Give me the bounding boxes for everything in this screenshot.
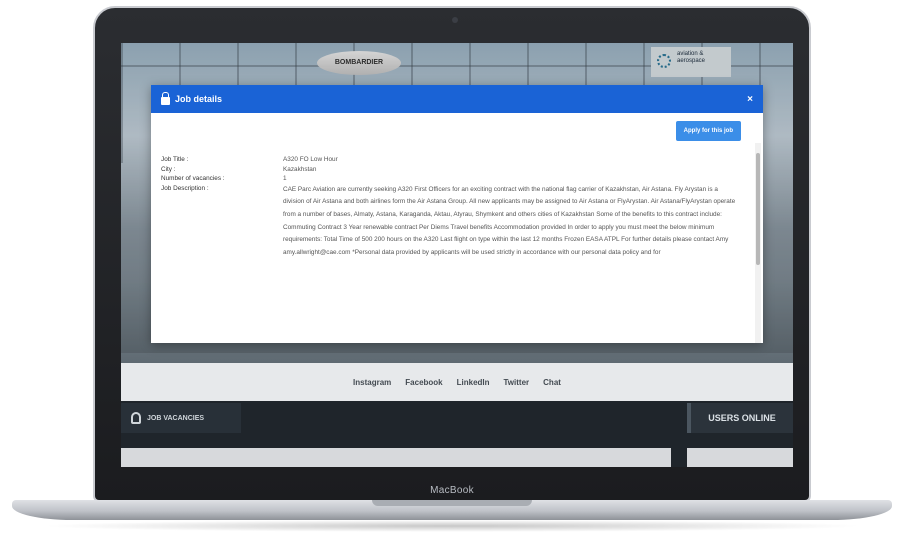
modal-title: Job details [175, 94, 223, 104]
vacancies-label: Number of vacancies : [161, 175, 225, 182]
device-label: MacBook [430, 485, 474, 496]
modal-body: Apply for this job Job Title : A320 FO L… [151, 113, 763, 343]
close-icon[interactable]: × [747, 94, 753, 105]
scrollbar-thumb[interactable] [756, 153, 760, 265]
job-title-row: Job Title : A320 FO Low Hour [161, 155, 739, 165]
social-link-instagram[interactable]: Instagram [353, 378, 391, 387]
job-title-label: Job Title : [161, 156, 189, 163]
social-link-twitter[interactable]: Twitter [504, 378, 530, 387]
modal-scrollbar[interactable] [755, 143, 761, 343]
job-vacancies-tab[interactable]: JOB VACANCIES [121, 403, 241, 433]
job-title-value: A320 FO Low Hour [283, 156, 338, 163]
description-label: Job Description : [161, 184, 209, 192]
modal-header: Job details × [151, 85, 763, 113]
vacancies-row: Number of vacancies : 1 [161, 174, 739, 184]
stage: BOMBARDIER aviation & aerospace Instagra… [0, 0, 904, 548]
social-link-chat[interactable]: Chat [543, 378, 561, 387]
city-label: City : [161, 165, 176, 173]
social-link-linkedin[interactable]: LinkedIn [457, 378, 490, 387]
job-details: Job Title : A320 FO Low Hour City : Kaza… [161, 155, 739, 260]
camera-icon [452, 17, 458, 23]
user-icon [131, 412, 141, 424]
city-row: City : Kazakhstan [161, 165, 739, 175]
description-row: Job Description : CAE Parc Aviation are … [161, 184, 739, 260]
apply-button[interactable]: Apply for this job [675, 121, 741, 141]
vacancies-value: 1 [283, 175, 287, 182]
social-link-facebook[interactable]: Facebook [405, 378, 442, 387]
city-value: Kazakhstan [283, 165, 317, 173]
users-online-header: USERS ONLINE [687, 403, 793, 433]
laptop-shadow [40, 520, 864, 532]
job-details-modal: Job details × Apply for this job Job Tit… [151, 85, 763, 343]
description-text: CAE Parc Aviation are currently seeking … [283, 185, 736, 257]
laptop-notch [372, 500, 532, 506]
social-links-bar: Instagram Facebook LinkedIn Twitter Chat [121, 363, 793, 401]
laptop-screen: BOMBARDIER aviation & aerospace Instagra… [121, 43, 793, 467]
job-vacancies-label: JOB VACANCIES [147, 414, 205, 422]
lock-icon [161, 91, 170, 105]
users-online-panel [687, 448, 793, 467]
job-vacancies-panel [121, 448, 671, 467]
